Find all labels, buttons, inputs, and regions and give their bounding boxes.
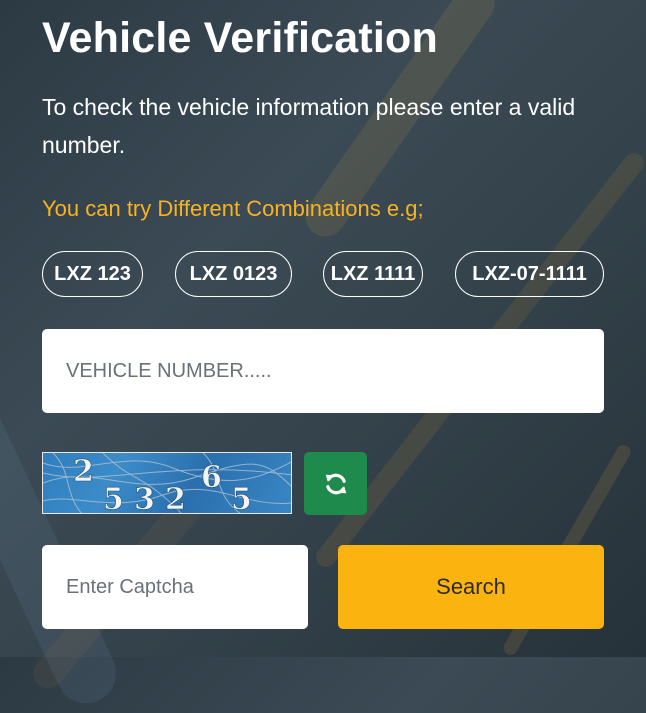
captcha-digit: 2 <box>165 482 186 514</box>
search-button[interactable]: Search <box>338 545 604 629</box>
captcha-digit: 3 <box>134 482 155 514</box>
example-chip[interactable]: LXZ-07-1111 <box>455 251 604 297</box>
refresh-captcha-button[interactable] <box>304 452 367 515</box>
page-title: Vehicle Verification <box>42 14 438 62</box>
example-chip[interactable]: LXZ 1111 <box>323 251 423 297</box>
captcha-digit: 5 <box>103 482 124 514</box>
example-chip[interactable]: LXZ 0123 <box>175 251 292 297</box>
description-text: To check the vehicle information please … <box>42 94 576 158</box>
captcha-noise: 2 5 3 2 6 5 <box>43 453 291 514</box>
captcha-digit: 6 <box>201 460 222 495</box>
captcha-image: 2 5 3 2 6 5 <box>42 452 292 514</box>
example-chip[interactable]: LXZ 123 <box>42 251 143 297</box>
captcha-input[interactable] <box>42 545 308 629</box>
vehicle-number-input[interactable] <box>42 329 604 413</box>
captcha-digit: 2 <box>73 454 94 489</box>
refresh-icon <box>325 473 346 494</box>
combinations-hint: You can try Different Combinations e.g; <box>42 196 424 221</box>
captcha-digit: 5 <box>231 482 252 514</box>
